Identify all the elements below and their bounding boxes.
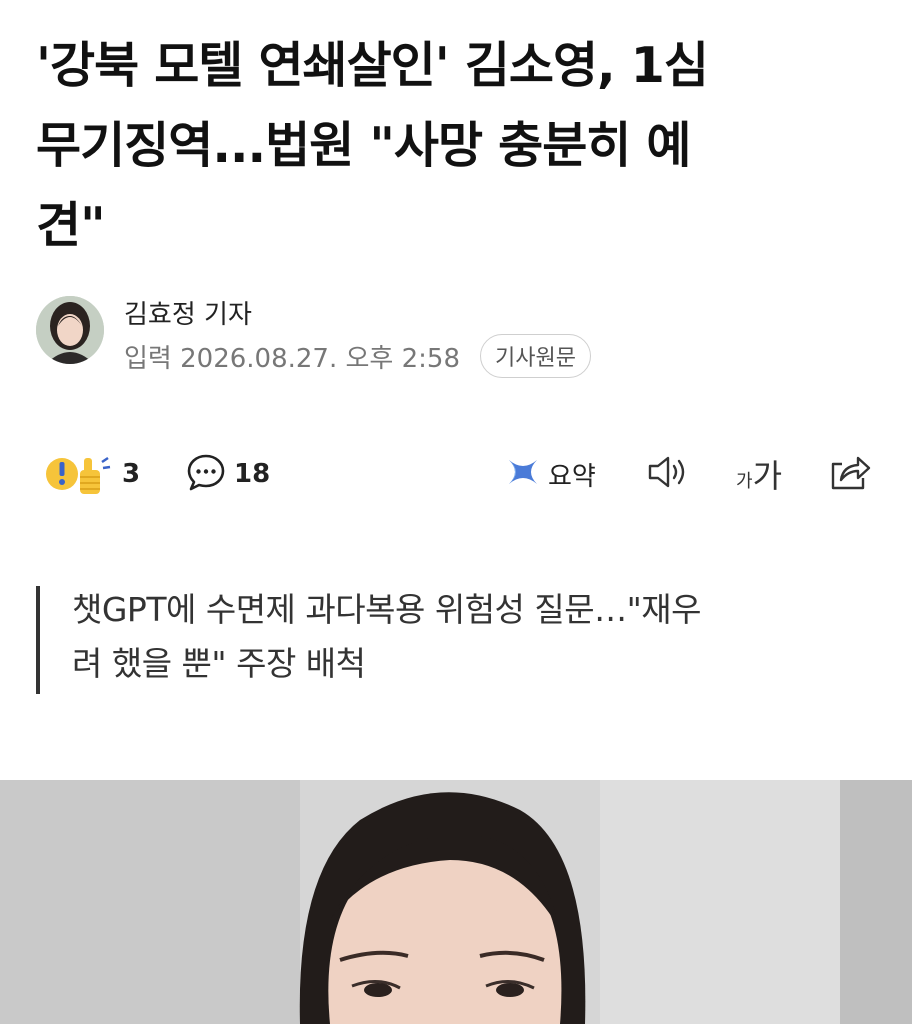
reaction-emoji-icon bbox=[44, 448, 114, 500]
share-icon bbox=[828, 452, 872, 496]
headline-line: '강북 모텔 연쇄살인' 김소영, 1심 bbox=[36, 37, 709, 94]
subhead-line: 챗GPT에 수면제 과다복용 위험성 질문…"재우 bbox=[72, 590, 702, 629]
article-meta: 입력 2026.08.27. 오후 2:58 기사원문 bbox=[124, 334, 591, 378]
ai-summary-icon bbox=[506, 455, 540, 493]
speaker-icon bbox=[646, 452, 690, 496]
article-subheadline: 챗GPT에 수면제 과다복용 위험성 질문…"재우 려 했을 뿐" 주장 배척 bbox=[36, 586, 856, 694]
headline-line: 무기징역...법원 "사망 충분히 예 bbox=[36, 117, 692, 174]
font-size-icon: 가가 bbox=[736, 451, 782, 497]
article-photo[interactable] bbox=[0, 780, 912, 1024]
input-timestamp: 입력 2026.08.27. 오후 2:58 bbox=[124, 343, 460, 374]
comment-count: 18 bbox=[234, 459, 271, 489]
font-size-small-glyph: 가 bbox=[736, 471, 753, 492]
reaction-button[interactable]: 3 bbox=[44, 448, 140, 500]
subhead-line: 려 했을 뿐" 주장 배척 bbox=[72, 644, 366, 683]
article-headline: '강북 모텔 연쇄살인' 김소영, 1심 무기징역...법원 "사망 충분히 예… bbox=[36, 26, 856, 266]
byline: 김효정 기자 입력 2026.08.27. 오후 2:58 기사원문 bbox=[36, 294, 876, 378]
comment-button[interactable]: 18 bbox=[186, 448, 270, 500]
summary-button[interactable]: 요약 bbox=[506, 448, 596, 500]
font-size-large-glyph: 가 bbox=[752, 457, 783, 495]
reporter-name[interactable]: 김효정 기자 bbox=[124, 294, 252, 331]
reaction-count: 3 bbox=[122, 459, 141, 489]
summary-label: 요약 bbox=[548, 461, 596, 492]
tts-button[interactable] bbox=[646, 448, 690, 500]
speech-bubble-icon bbox=[186, 452, 226, 496]
article-toolbar: 3 18 요약 가가 bbox=[44, 448, 874, 500]
share-button[interactable] bbox=[828, 448, 872, 500]
headline-line: 견" bbox=[36, 197, 106, 254]
reporter-avatar[interactable] bbox=[36, 296, 104, 364]
font-size-button[interactable]: 가가 bbox=[736, 448, 782, 500]
original-article-button[interactable]: 기사원문 bbox=[480, 334, 591, 378]
